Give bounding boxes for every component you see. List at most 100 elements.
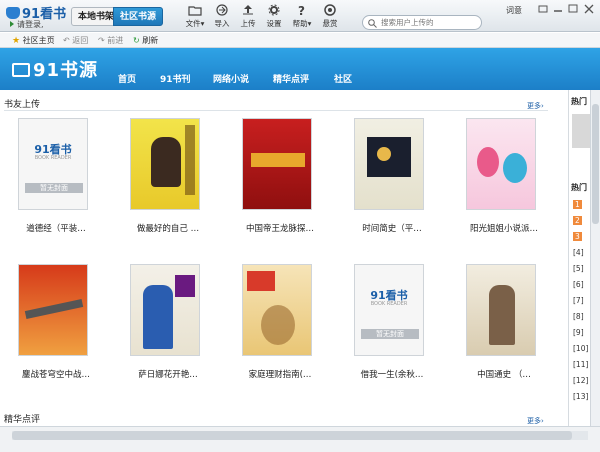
forward-arrow-icon: ↷ <box>98 36 105 45</box>
rank-item[interactable]: [10] <box>573 344 588 353</box>
help-menu-label: 帮助▾ <box>292 19 312 28</box>
rank-item[interactable]: [4] <box>573 248 584 257</box>
book-title: 借我一生(余秋… <box>360 370 424 380</box>
menu-91-magazine[interactable]: 91书刊 <box>160 72 191 85</box>
login-link[interactable]: 请登录, <box>10 19 44 30</box>
hot-sidebar: 热门 热门 1 2 3 [4] [5] [6] [7] [8] [9] [10]… <box>568 90 590 426</box>
upload-button[interactable]: 上传 <box>234 4 262 29</box>
search-icon <box>368 19 377 28</box>
search-box[interactable] <box>362 15 482 30</box>
site-banner: 91书源 首页 91书刊 网络小说 精华点评 社区 <box>0 48 600 90</box>
file-menu-button[interactable]: 文件▾ <box>181 4 209 29</box>
book-icon <box>12 63 30 77</box>
search-input[interactable] <box>381 17 479 28</box>
more-link-essence[interactable]: 更多› <box>527 416 544 426</box>
book-cover-image <box>466 118 536 210</box>
book-cover-image <box>466 264 536 356</box>
forward-label: 前进 <box>107 36 124 45</box>
more-link-label: 更多 <box>527 417 541 425</box>
book-title: 萨日娜花开艳… <box>138 370 198 380</box>
menu-essence-review[interactable]: 精华点评 <box>273 72 309 85</box>
more-link-label: 更多 <box>527 102 541 110</box>
rank-item[interactable]: [6] <box>573 280 584 289</box>
placeholder-sub: BOOK READER <box>34 155 72 161</box>
main-content: 书友上传 更多› 91看书 BOOK READER 暂无封面 道德经（平装… 做… <box>0 90 568 426</box>
upload-icon <box>243 5 253 15</box>
close-icon[interactable] <box>583 4 595 14</box>
reward-icon <box>324 4 336 16</box>
rank-item[interactable]: 1 <box>573 200 582 209</box>
import-button[interactable]: 导入 <box>208 4 236 29</box>
book-title: 鏖战苍穹空中战… <box>21 370 90 380</box>
hot-thumbnail[interactable] <box>572 114 590 148</box>
book-title: 中国通史 （… <box>477 370 531 380</box>
rank-item[interactable]: 3 <box>573 232 582 241</box>
upload-label: 上传 <box>240 19 256 28</box>
menu-community[interactable]: 社区 <box>334 72 352 85</box>
horizontal-scroll-thumb[interactable] <box>12 431 572 440</box>
help-icon: ? <box>298 4 305 16</box>
help-menu-button[interactable]: ? 帮助▾ <box>288 4 316 29</box>
skin-icon[interactable] <box>537 4 549 14</box>
reward-button[interactable]: 悬赏 <box>316 4 344 29</box>
no-cover-badge: 暂无封面 <box>25 183 83 193</box>
play-icon <box>10 21 14 27</box>
refresh-button[interactable]: ↻ 刷新 <box>133 35 158 46</box>
refresh-label: 刷新 <box>142 36 159 45</box>
book-cover-placeholder: 91看书 BOOK READER 暂无封面 <box>354 264 424 356</box>
rank-item[interactable]: [11] <box>573 360 588 369</box>
book-title: 道德经（平装… <box>26 224 86 234</box>
book-cover-image <box>18 264 88 356</box>
import-label: 导入 <box>214 19 230 28</box>
rank-item[interactable]: [12] <box>573 376 588 385</box>
vertical-scrollbar[interactable] <box>590 90 600 426</box>
login-text: 请登录, <box>17 20 44 29</box>
refresh-icon: ↻ <box>133 36 140 45</box>
import-icon <box>216 4 228 16</box>
hot-title-2: 热门 <box>571 183 587 192</box>
settings-button[interactable]: 设置 <box>260 4 288 29</box>
community-home-link[interactable]: ★ 社区主页 <box>12 35 55 46</box>
nav-bar: ★ 社区主页 ↶ 返回 ↷ 前进 ↻ 刷新 <box>0 33 600 48</box>
back-label: 返回 <box>72 36 89 45</box>
book-title: 做最好的自己 … <box>136 224 200 234</box>
tab-community-source[interactable]: 社区书源 <box>113 7 164 26</box>
menu-home[interactable]: 首页 <box>118 72 136 85</box>
site-brand: 91书源 <box>12 56 98 82</box>
book-cover-image <box>130 264 200 356</box>
hot-title: 热门 <box>571 97 587 106</box>
title-bar: 91看书 请登录, 本地书架 社区书源 文件▾ 导入 上传 设置 ? 帮助▾ 悬… <box>0 0 600 32</box>
section-title-upload: 书友上传 <box>4 100 41 110</box>
rank-item[interactable]: [7] <box>573 296 584 305</box>
app-logo-icon <box>6 7 20 19</box>
book-cover-placeholder: 91看书 BOOK READER 暂无封面 <box>18 118 88 210</box>
gear-icon <box>268 4 280 16</box>
community-home-label: 社区主页 <box>22 36 55 45</box>
user-name[interactable]: 词意 <box>506 5 522 16</box>
reward-label: 悬赏 <box>322 19 338 28</box>
section-divider <box>4 110 548 111</box>
back-button[interactable]: ↶ 返回 <box>63 35 88 46</box>
folder-icon <box>188 6 202 16</box>
book-cover-image <box>242 118 312 210</box>
minimize-icon[interactable] <box>552 4 564 14</box>
menu-web-novel[interactable]: 网络小说 <box>213 72 249 85</box>
rank-item[interactable]: [5] <box>573 264 584 273</box>
site-brand-text: 91书源 <box>33 60 99 81</box>
rank-item[interactable]: [8] <box>573 312 584 321</box>
rank-item[interactable]: [13] <box>573 392 588 401</box>
no-cover-badge: 暂无封面 <box>361 329 419 339</box>
rank-item[interactable]: 2 <box>573 216 582 225</box>
book-title: 中国帝王龙脉探… <box>245 224 314 234</box>
maximize-icon[interactable] <box>567 4 579 14</box>
svg-text:?: ? <box>298 4 305 16</box>
forward-button[interactable]: ↷ 前进 <box>98 35 123 46</box>
book-title: 时间简史（平… <box>362 224 422 234</box>
book-cover-image <box>242 264 312 356</box>
rank-item[interactable]: [9] <box>573 328 584 337</box>
vertical-scroll-thumb[interactable] <box>592 104 599 224</box>
back-arrow-icon: ↶ <box>63 36 70 45</box>
file-menu-label: 文件▾ <box>185 19 205 28</box>
book-cover-image <box>130 118 200 210</box>
horizontal-scrollbar[interactable] <box>0 426 600 452</box>
